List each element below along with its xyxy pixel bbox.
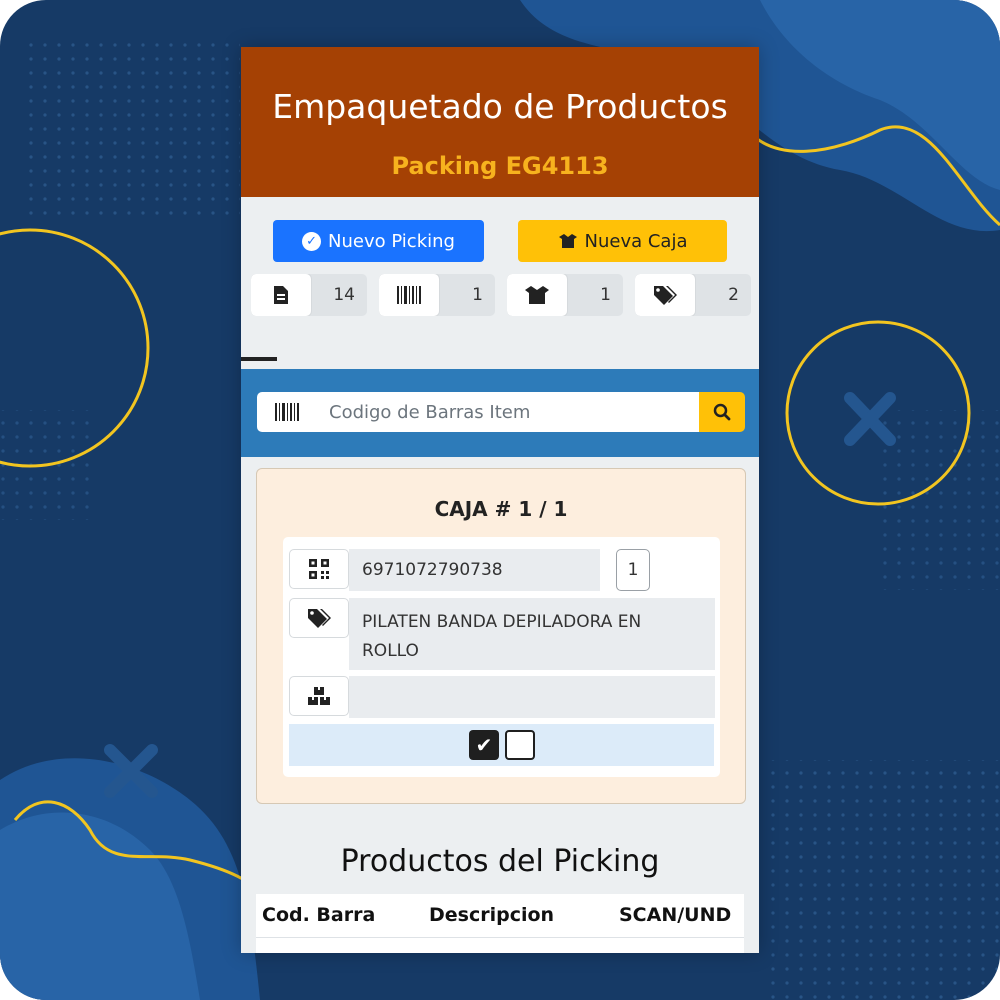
qrcode-icon	[289, 549, 349, 589]
scan-bar	[241, 369, 759, 457]
new-picking-label: Nuevo Picking	[328, 230, 455, 252]
stat-documents-value: 14	[333, 285, 355, 305]
box-open-icon	[507, 274, 567, 316]
document-icon	[251, 274, 311, 316]
tags-icon	[635, 274, 695, 316]
barcode-search-input[interactable]	[317, 392, 699, 432]
box-open-icon	[558, 234, 577, 248]
stat-barcodes-value: 1	[472, 285, 483, 305]
column-header-scan-units: SCAN/UND	[619, 904, 732, 926]
app-header: Empaquetado de Productos Packing EG4113	[241, 47, 759, 197]
search-button[interactable]	[699, 392, 745, 432]
location-field	[349, 676, 715, 718]
boxes-stacked-icon	[289, 676, 349, 716]
stat-boxes: 1	[507, 274, 623, 316]
confirm-checkbox-unchecked[interactable]	[505, 730, 535, 760]
stat-tags: 2	[635, 274, 751, 316]
stat-barcodes: 1	[379, 274, 495, 316]
column-header-barcode: Cod. Barra	[262, 904, 376, 926]
products-section-title: Productos del Picking	[340, 844, 660, 879]
confirm-checkbox-checked[interactable]: ✔	[469, 730, 499, 760]
products-table: Cod. Barra Descripcion SCAN/UND	[256, 894, 744, 953]
product-name-line2: ROLLO	[362, 641, 419, 661]
tab-indicator	[241, 357, 277, 361]
tags-icon	[289, 598, 349, 638]
column-header-description: Descripcion	[429, 904, 555, 926]
box-card: CAJA # 1 / 1 6971072790738 1 PILATEN BAN…	[256, 468, 746, 804]
stat-tags-value: 2	[728, 285, 739, 305]
stat-boxes-value: 1	[600, 285, 611, 305]
new-box-label: Nueva Caja	[584, 230, 688, 252]
check-circle-icon: ✓	[302, 231, 322, 251]
quantity-field[interactable]: 1	[616, 549, 650, 591]
packing-code: Packing EG4113	[391, 152, 609, 180]
new-picking-button[interactable]: ✓ Nuevo Picking	[273, 220, 484, 262]
new-box-button[interactable]: Nueva Caja	[518, 220, 727, 262]
box-item-panel: 6971072790738 1 PILATEN BANDA DEPILADORA…	[283, 537, 720, 777]
barcode-field: 6971072790738	[349, 549, 600, 591]
promo-background: Empaquetado de Productos Packing EG4113 …	[0, 0, 1000, 1000]
confirm-row: ✔	[289, 724, 714, 766]
table-divider	[256, 937, 744, 938]
barcode-icon	[379, 274, 439, 316]
stat-documents: 14	[251, 274, 367, 316]
phone-screen: Empaquetado de Productos Packing EG4113 …	[241, 47, 759, 953]
product-name-line1: PILATEN BANDA DEPILADORA EN	[362, 612, 642, 632]
barcode-icon	[257, 392, 318, 432]
product-description-field: PILATEN BANDA DEPILADORA EN ROLLO	[349, 598, 715, 670]
box-title: CAJA # 1 / 1	[434, 497, 568, 521]
search-icon	[713, 403, 731, 421]
page-title: Empaquetado de Productos	[272, 87, 728, 126]
